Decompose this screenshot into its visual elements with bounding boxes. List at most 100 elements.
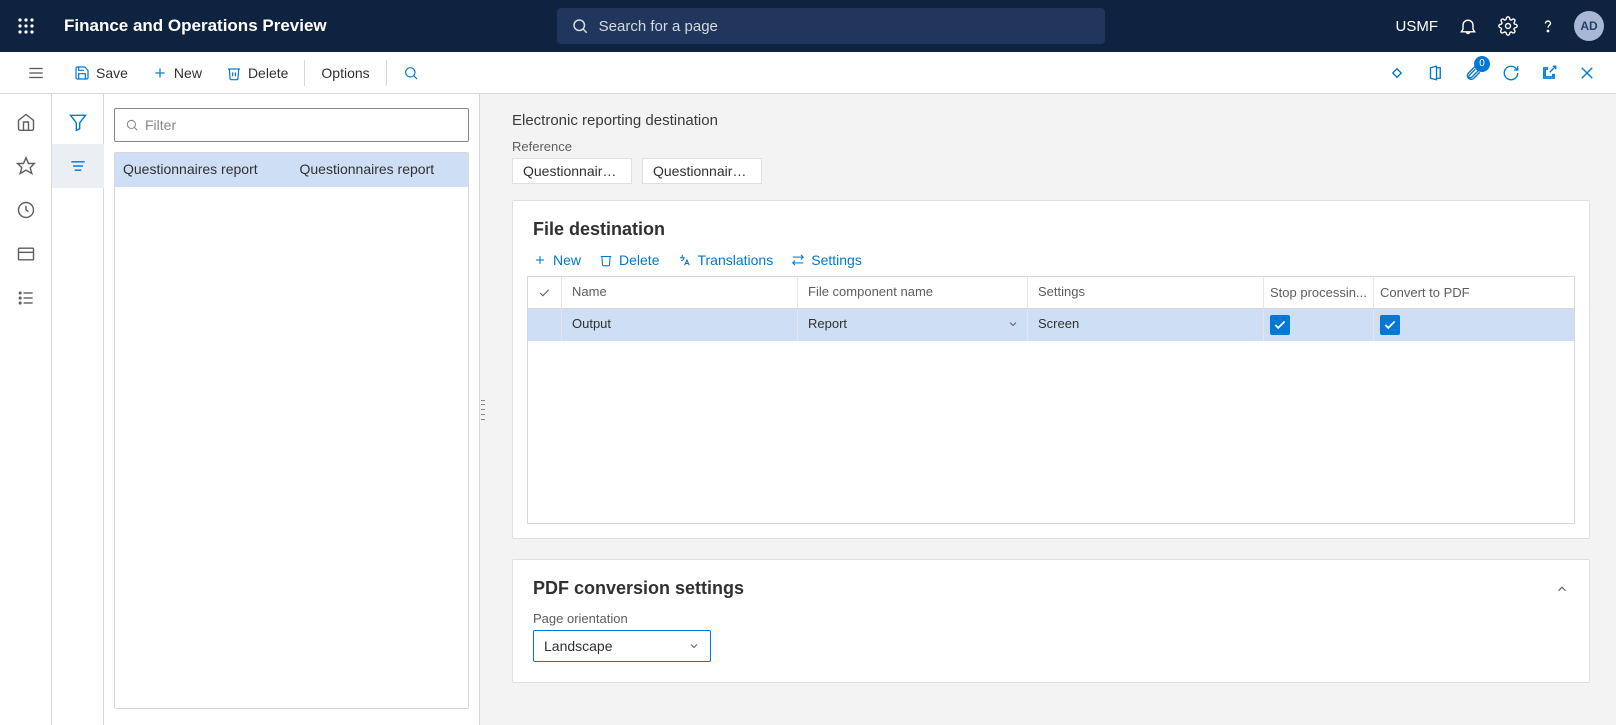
modules-icon — [16, 288, 36, 308]
chevron-up-icon[interactable] — [1555, 582, 1569, 596]
cell-convert-to-pdf[interactable] — [1374, 309, 1492, 341]
col-settings[interactable]: Settings — [1028, 277, 1264, 308]
col-name[interactable]: Name — [562, 277, 798, 308]
page-search-button[interactable] — [391, 52, 437, 94]
reference-value[interactable]: Questionnaire... — [512, 158, 632, 184]
app-launcher[interactable] — [0, 0, 52, 52]
attachments-badge: 0 — [1474, 56, 1490, 72]
user-avatar[interactable]: AD — [1574, 11, 1604, 41]
check-icon — [1383, 318, 1397, 332]
action-bar: Save New Delete Options 0 — [0, 52, 1616, 94]
save-label: Save — [96, 65, 128, 81]
check-icon — [538, 286, 551, 300]
notifications-button[interactable] — [1448, 0, 1488, 52]
cell-file-component[interactable]: Report — [798, 309, 1028, 341]
cell-stop-processing[interactable] — [1264, 309, 1374, 341]
main-content: Electronic reporting destination Referen… — [486, 94, 1616, 725]
row-selector[interactable] — [528, 309, 562, 341]
fd-delete-button[interactable]: Delete — [599, 252, 659, 268]
trash-icon — [599, 253, 613, 267]
open-in-office-button[interactable] — [1416, 52, 1454, 94]
file-destination-heading: File destination — [533, 219, 665, 240]
list-cell: Questionnaires report — [115, 153, 292, 187]
list-grid: Questionnaires report Questionnaires rep… — [114, 152, 469, 709]
nav-recent[interactable] — [0, 188, 52, 232]
product-title: Finance and Operations Preview — [52, 16, 327, 36]
global-search[interactable] — [557, 8, 1105, 44]
close-icon — [1578, 64, 1596, 82]
splitter[interactable] — [480, 94, 486, 725]
filter-funnel[interactable] — [52, 100, 104, 144]
save-button[interactable]: Save — [62, 52, 140, 94]
page-title: Electronic reporting destination — [512, 112, 1590, 129]
options-button[interactable]: Options — [309, 52, 381, 94]
search-icon — [571, 17, 589, 35]
pdf-conversion-heading: PDF conversion settings — [533, 578, 744, 599]
separator — [304, 60, 305, 86]
nav-toggle[interactable] — [10, 52, 62, 94]
close-button[interactable] — [1568, 52, 1606, 94]
separator — [386, 60, 387, 86]
list-cell: Questionnaires report — [292, 153, 469, 187]
reference-value[interactable]: Questionnaire... — [642, 158, 762, 184]
cell-settings[interactable]: Screen — [1028, 309, 1264, 341]
page-orientation-select[interactable]: Landscape — [533, 630, 711, 662]
star-icon — [16, 156, 36, 176]
attachments-button[interactable]: 0 — [1454, 52, 1492, 94]
nav-home[interactable] — [0, 100, 52, 144]
delete-label: Delete — [248, 65, 288, 81]
waffle-icon — [17, 17, 35, 35]
search-icon — [125, 118, 139, 132]
popout-button[interactable] — [1530, 52, 1568, 94]
trash-icon — [226, 65, 242, 81]
page-orientation-label: Page orientation — [533, 611, 1569, 626]
checkbox-checked[interactable] — [1380, 315, 1400, 335]
nav-modules[interactable] — [0, 276, 52, 320]
fd-settings-label: Settings — [811, 252, 862, 268]
settings-button[interactable] — [1488, 0, 1528, 52]
help-button[interactable] — [1528, 0, 1568, 52]
legal-entity[interactable]: USMF — [1396, 18, 1449, 35]
refresh-button[interactable] — [1492, 52, 1530, 94]
select-all-column[interactable] — [528, 277, 562, 308]
col-stop-processing[interactable]: Stop processin... — [1264, 277, 1374, 308]
col-convert-to-pdf[interactable]: Convert to PDF — [1374, 277, 1492, 308]
bell-icon — [1458, 16, 1478, 36]
workspace-icon — [16, 244, 36, 264]
check-icon — [1273, 318, 1287, 332]
funnel-icon — [68, 112, 88, 132]
popout-icon — [1540, 64, 1558, 82]
filter-rail — [52, 94, 104, 725]
search-input[interactable] — [599, 18, 1091, 35]
cell-file-component-text: Report — [808, 316, 847, 331]
new-button[interactable]: New — [140, 52, 214, 94]
plus-icon — [152, 65, 168, 81]
fd-delete-label: Delete — [619, 252, 659, 268]
delete-button[interactable]: Delete — [214, 52, 300, 94]
fd-new-button[interactable]: New — [533, 252, 581, 268]
nav-favorites[interactable] — [0, 144, 52, 188]
home-icon — [16, 112, 36, 132]
fd-settings-button[interactable]: Settings — [791, 252, 862, 268]
gear-icon — [1498, 16, 1518, 36]
options-label: Options — [321, 65, 369, 81]
table-row[interactable]: Output Report Screen — [528, 309, 1574, 341]
list-row[interactable]: Questionnaires report Questionnaires rep… — [115, 153, 468, 187]
splitter-handle-icon — [481, 400, 485, 420]
filter-list[interactable] — [52, 144, 104, 188]
filter-input[interactable] — [145, 117, 458, 133]
cell-name[interactable]: Output — [562, 309, 798, 341]
nav-workspaces[interactable] — [0, 232, 52, 276]
list-filter[interactable] — [114, 108, 469, 142]
checkbox-checked[interactable] — [1270, 315, 1290, 335]
show-feature-button[interactable] — [1378, 52, 1416, 94]
pdf-conversion-card: PDF conversion settings Page orientation… — [512, 559, 1590, 683]
col-file-component[interactable]: File component name — [798, 277, 1028, 308]
diamond-icon — [1388, 64, 1406, 82]
fd-translations-button[interactable]: Translations — [677, 252, 773, 268]
new-label: New — [174, 65, 202, 81]
refresh-icon — [1502, 64, 1520, 82]
question-icon — [1538, 16, 1558, 36]
swap-icon — [791, 253, 805, 267]
clock-icon — [16, 200, 36, 220]
